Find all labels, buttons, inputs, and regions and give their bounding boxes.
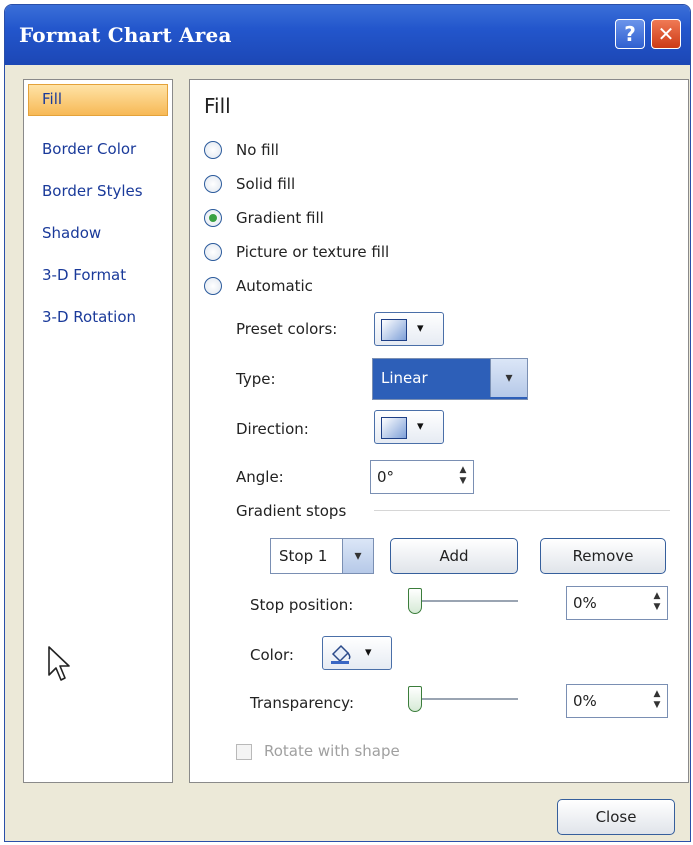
stop-position-label: Stop position: [250, 596, 354, 614]
sidebar-item-shadow[interactable]: Shadow [42, 224, 101, 242]
format-chart-area-dialog: Format Chart Area ? ✕ Fill Border Color … [4, 4, 691, 842]
direction-label: Direction: [236, 420, 309, 438]
direction-swatch-icon [381, 417, 407, 439]
sidebar-item-border-styles[interactable]: Border Styles [42, 182, 143, 200]
rotate-with-shape-checkbox[interactable] [236, 744, 252, 760]
type-label: Type: [236, 370, 276, 388]
add-stop-button[interactable]: Add [390, 538, 518, 574]
sidebar-item-fill[interactable]: Fill [42, 90, 62, 108]
radio-button[interactable] [204, 277, 222, 295]
close-button[interactable]: Close [557, 799, 675, 835]
angle-value: 0° [377, 468, 395, 486]
preset-colors-label: Preset colors: [236, 320, 338, 338]
transparency-label: Transparency: [250, 694, 355, 712]
dropdown-arrow-icon: ▾ [417, 321, 424, 336]
stop-dropdown[interactable]: Stop 1 ▾ [270, 538, 374, 574]
stop-position-spinner[interactable]: 0% ▲ ▼ [566, 586, 668, 620]
radio-label: Automatic [236, 277, 313, 295]
stop-value: Stop 1 [279, 547, 328, 565]
sidebar-item-border-color[interactable]: Border Color [42, 140, 136, 158]
close-window-button[interactable]: ✕ [651, 19, 681, 49]
gradient-swatch-icon [381, 319, 407, 341]
radio-gradient-fill[interactable]: Gradient fill [204, 206, 324, 230]
rotate-with-shape-label: Rotate with shape [264, 742, 400, 760]
dropdown-arrow-icon: ▾ [417, 419, 424, 434]
preset-colors-button[interactable]: ▾ [374, 312, 444, 346]
stop-position-value: 0% [573, 594, 597, 612]
gradient-stops-label: Gradient stops [236, 502, 347, 520]
stop-position-slider-track[interactable] [410, 600, 518, 602]
window-title: Format Chart Area [19, 23, 232, 47]
angle-label: Angle: [236, 468, 284, 486]
sidebar-item-3d-format[interactable]: 3-D Format [42, 266, 126, 284]
radio-label: No fill [236, 141, 279, 159]
category-list: Fill Border Color Border Styles Shadow 3… [23, 79, 173, 783]
chevron-down-icon[interactable]: ▾ [490, 359, 527, 397]
color-label: Color: [250, 646, 294, 664]
mouse-pointer-icon [48, 646, 70, 681]
help-button[interactable]: ? [615, 19, 645, 49]
transparency-slider-thumb[interactable] [408, 686, 422, 712]
radio-button[interactable] [204, 243, 222, 261]
fill-settings-panel: Fill No fill Solid fill Gradient fill Pi… [189, 79, 689, 783]
stop-position-slider-thumb[interactable] [408, 588, 422, 614]
type-value: Linear [381, 369, 428, 387]
radio-label: Gradient fill [236, 209, 324, 227]
direction-button[interactable]: ▾ [374, 410, 444, 444]
transparency-value: 0% [573, 692, 597, 710]
section-title: Fill [204, 94, 231, 118]
radio-picture-fill[interactable]: Picture or texture fill [204, 240, 389, 264]
chevron-down-icon[interactable]: ▾ [342, 539, 373, 573]
radio-label: Picture or texture fill [236, 243, 390, 261]
dropdown-arrow-icon: ▾ [365, 645, 372, 660]
paint-bucket-icon [331, 644, 351, 664]
sidebar-item-3d-rotation[interactable]: 3-D Rotation [42, 308, 136, 326]
type-dropdown[interactable]: Linear ▾ [372, 358, 528, 400]
title-bar[interactable]: Format Chart Area ? ✕ [5, 5, 690, 65]
stop-color-button[interactable]: ▾ [322, 636, 392, 670]
group-divider [374, 510, 670, 511]
transparency-spinner[interactable]: 0% ▲ ▼ [566, 684, 668, 718]
angle-spinner[interactable]: 0° ▲ ▼ [370, 460, 474, 494]
spin-arrows-icon[interactable]: ▲ ▼ [456, 465, 470, 489]
remove-stop-button[interactable]: Remove [540, 538, 666, 574]
radio-label: Solid fill [236, 175, 296, 193]
radio-button-selected[interactable] [204, 209, 222, 227]
radio-no-fill[interactable]: No fill [204, 138, 279, 162]
radio-solid-fill[interactable]: Solid fill [204, 172, 295, 196]
spin-arrows-icon[interactable]: ▲ ▼ [650, 689, 664, 713]
radio-button[interactable] [204, 175, 222, 193]
transparency-slider-track[interactable] [410, 698, 518, 700]
radio-button[interactable] [204, 141, 222, 159]
radio-automatic[interactable]: Automatic [204, 274, 313, 298]
spin-arrows-icon[interactable]: ▲ ▼ [650, 591, 664, 615]
